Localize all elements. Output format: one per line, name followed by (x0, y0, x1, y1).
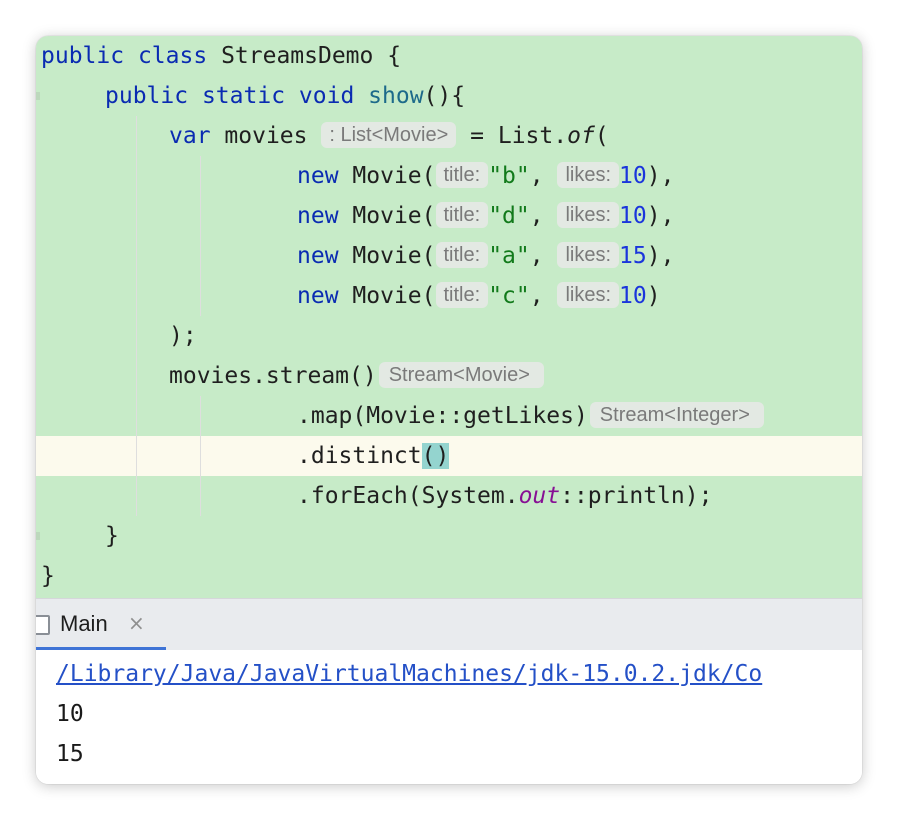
code-line-foreach: .forEach(System.out::println); (36, 476, 862, 516)
method-reference: ::println); (560, 483, 713, 509)
code-line-stream: movies.stream() Stream<Movie> (36, 356, 862, 396)
code-line-movie: new Movie(title: "d", likes: 10), (36, 196, 862, 236)
close-paren: ), (646, 163, 675, 189)
code-line-close-method: } (36, 516, 862, 556)
comma: , (529, 203, 544, 229)
static-method-of: of (567, 123, 595, 149)
keyword: new (297, 203, 339, 229)
param-hint-title: title: (435, 281, 489, 308)
param-hint-likes: likes: (557, 161, 620, 188)
string-literal: "c" (488, 283, 530, 309)
keyword: void (298, 83, 355, 109)
keyword: new (297, 283, 339, 309)
keyword: static (201, 83, 286, 109)
tab-label: Main (60, 611, 108, 636)
string-literal: "d" (488, 203, 530, 229)
constructor-call: Movie( (352, 203, 436, 229)
constructor-call: Movie( (352, 283, 436, 309)
code-line-close-list: ); (36, 316, 862, 356)
param-hint-likes: likes: (557, 241, 620, 268)
constructor-call: Movie( (352, 163, 436, 189)
code-line-movie: new Movie(title: "c", likes: 10) (36, 276, 862, 316)
number-literal: 10 (619, 283, 647, 309)
close-paren: ), (646, 243, 675, 269)
close-icon[interactable]: × (128, 611, 145, 635)
distinct-call: .distinct (297, 443, 422, 469)
foreach-call: .forEach(System. (297, 483, 519, 509)
type-hint: : List<Movie> (321, 121, 457, 148)
string-literal: "a" (488, 243, 530, 269)
variable-name: movies (224, 123, 308, 149)
keyword: new (297, 163, 339, 189)
keyword: new (297, 243, 339, 269)
ide-window: public class StreamsDemo { public static… (36, 36, 862, 784)
open-paren: ( (594, 123, 609, 149)
code-line-distinct: .distinct() (36, 436, 862, 476)
comma: , (529, 283, 544, 309)
chain-type-hint: Stream<Integer> (589, 401, 764, 428)
method-name: show (368, 83, 424, 109)
brace: { (387, 43, 402, 69)
code-editor[interactable]: public class StreamsDemo { public static… (36, 36, 862, 598)
param-hint-likes: likes: (557, 201, 620, 228)
console-output[interactable]: /Library/Java/JavaVirtualMachines/jdk-15… (36, 650, 862, 784)
param-hint-title: title: (435, 201, 489, 228)
static-field-out: out (518, 483, 561, 509)
comma: , (529, 243, 544, 269)
brace: } (105, 523, 119, 549)
code-line-var-decl: var movies : List<Movie> = List.of( (36, 116, 862, 156)
comma: , (529, 163, 544, 189)
output-line: 15 (56, 741, 84, 767)
class-name: StreamsDemo (221, 43, 374, 69)
run-tabbar: Main × (36, 598, 862, 652)
number-literal: 10 (619, 163, 647, 189)
keyword: var (169, 123, 211, 149)
code-line-method-decl: public static void show(){ (36, 76, 862, 116)
param-hint-title: title: (435, 161, 489, 188)
param-hint-likes: likes: (557, 281, 620, 308)
string-literal: "b" (488, 163, 530, 189)
brace: } (41, 563, 55, 589)
matched-parens: () (421, 443, 450, 469)
console-icon (36, 615, 50, 635)
constructor-call: Movie( (352, 243, 436, 269)
close-paren: ), (646, 203, 675, 229)
assignment: = List. (470, 123, 568, 149)
param-hint-title: title: (435, 241, 489, 268)
code-line-movie: new Movie(title: "b", likes: 10), (36, 156, 862, 196)
chain-type-hint: Stream<Movie> (378, 361, 544, 388)
close-paren: ) (646, 283, 661, 309)
method-signature-rest: (){ (423, 83, 466, 109)
code-line-close-class: } (36, 556, 862, 596)
close-list: ); (169, 323, 197, 349)
code-line-map: .map(Movie::getLikes) Stream<Integer> (36, 396, 862, 436)
keyword: public (41, 43, 125, 69)
map-call: .map(Movie::getLikes) (297, 403, 588, 429)
jdk-path-link[interactable]: /Library/Java/JavaVirtualMachines/jdk-15… (56, 654, 762, 694)
output-line: 10 (56, 701, 84, 727)
number-literal: 15 (619, 243, 647, 269)
keyword: public (105, 83, 189, 109)
keyword: class (137, 43, 208, 69)
code-line-class-decl: public class StreamsDemo { (36, 36, 862, 76)
stream-call: movies.stream() (169, 363, 377, 389)
tab-main[interactable]: Main × (36, 599, 166, 652)
number-literal: 10 (619, 203, 647, 229)
code-line-movie: new Movie(title: "a", likes: 15), (36, 236, 862, 276)
